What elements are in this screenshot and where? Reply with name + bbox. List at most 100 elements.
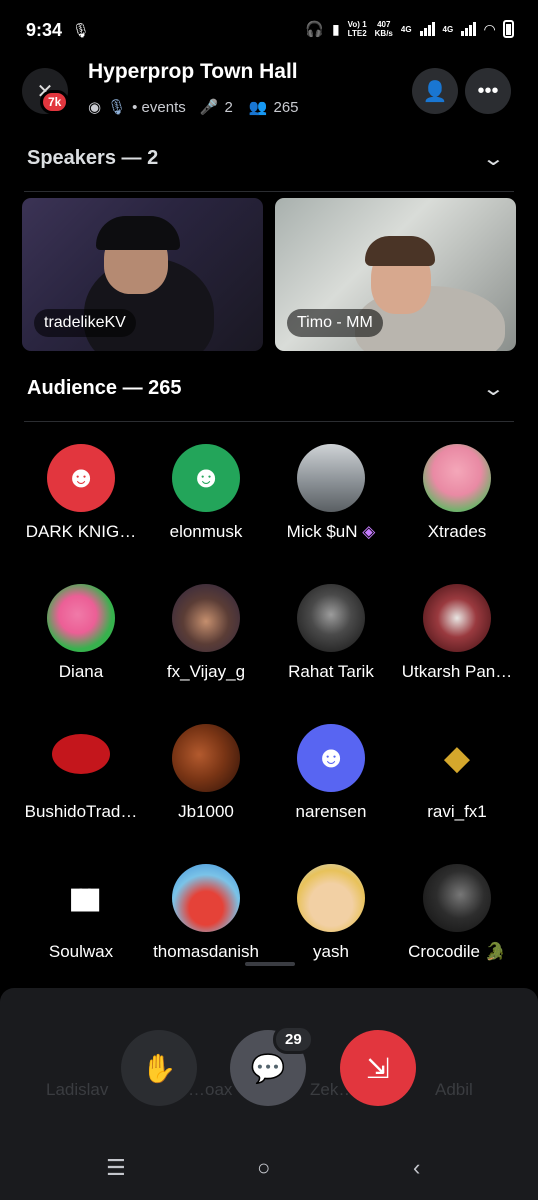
network-type-2: 4G xyxy=(442,24,454,34)
member-name: Rahat Tarik xyxy=(288,662,374,681)
audience-member[interactable]: Diana xyxy=(14,584,148,682)
discord-icon: ☻ xyxy=(315,741,347,774)
avatar xyxy=(47,724,115,792)
listeners-icon: 👥 xyxy=(248,99,268,116)
hand-icon: ✋ xyxy=(141,1052,177,1084)
avatar xyxy=(172,584,240,652)
raise-hand-button[interactable]: ✋ xyxy=(121,1030,197,1106)
avatar xyxy=(172,724,240,792)
nitro-gem-icon: ◈ xyxy=(362,522,376,541)
avatar: ☻ xyxy=(172,444,240,512)
audience-member[interactable]: Utkarsh Pan… xyxy=(390,584,524,682)
more-dots-icon: ••• xyxy=(477,79,499,102)
headphones-icon: 🎧 xyxy=(305,21,324,38)
leave-stage-button[interactable]: ⇲ xyxy=(340,1030,416,1106)
audience-member[interactable]: fx_Vijay_g xyxy=(139,584,273,682)
audience-member[interactable]: BushidoTrad… xyxy=(14,724,148,822)
vibrate-icon: ▮ xyxy=(331,20,340,37)
audience-member[interactable]: thomasdanish xyxy=(139,864,273,962)
member-name: Utkarsh Pan… xyxy=(401,662,513,681)
audience-member[interactable]: ▮▮▮ Soulwax xyxy=(14,864,148,962)
speaker-name: tradelikeKV xyxy=(34,309,136,337)
crocodile-emoji-icon: 🐊 xyxy=(484,942,506,961)
audience-member[interactable]: ☻ narensen xyxy=(264,724,398,822)
recents-icon[interactable]: ☰ xyxy=(106,1155,126,1181)
speaker-mic-icon: 🎤 xyxy=(199,99,219,116)
speaker-hair xyxy=(365,236,435,266)
speaker-tile[interactable]: tradelikeKV xyxy=(22,198,263,351)
audience-member[interactable]: Xtrades xyxy=(390,444,524,542)
member-name: narensen xyxy=(295,802,367,821)
signal-icon-2 xyxy=(461,22,477,36)
audience-collapse-icon[interactable]: ⌄ xyxy=(482,376,505,401)
hidden-member-name: Ladislav xyxy=(46,1080,109,1099)
red-sun-logo xyxy=(52,734,110,774)
audience-member[interactable]: ☻ elonmusk xyxy=(139,444,273,542)
audience-member[interactable]: Rahat Tarik xyxy=(264,584,398,682)
discord-icon: ☻ xyxy=(190,461,222,494)
member-name: Jb1000 xyxy=(178,802,234,821)
member-name: yash xyxy=(313,942,349,961)
status-icons: 🎧 ▮ Vo) 1 LTE2 407 KB/s 4G 4G ◠ xyxy=(305,20,514,38)
signal-icon-1 xyxy=(419,22,435,36)
avatar: ☻ xyxy=(47,444,115,512)
member-name: ravi_fx1 xyxy=(427,802,487,821)
audience-member[interactable]: yash xyxy=(264,864,398,962)
member-name: BushidoTrad… xyxy=(24,802,138,821)
volte-indicator: Vo) 1 LTE2 xyxy=(347,20,367,38)
battery-icon xyxy=(503,20,514,38)
member-name: elonmusk xyxy=(169,522,243,541)
server-icon[interactable]: ✕ 7k xyxy=(22,68,70,114)
chat-count-badge: 29 xyxy=(273,1025,314,1054)
wifi-icon: ◠ xyxy=(484,20,495,37)
audience-member[interactable]: Crocodile 🐊 xyxy=(390,864,524,962)
audience-member[interactable]: Mick $uN ◈ xyxy=(264,444,398,542)
chat-bubble-icon: 💬 xyxy=(250,1052,286,1084)
hooded-logo-icon: ◆ xyxy=(443,739,471,777)
audience-member[interactable]: Jb1000 xyxy=(139,724,273,822)
member-name: Xtrades xyxy=(427,522,487,541)
network-speed: 407 KB/s xyxy=(374,20,393,38)
figures-logo-icon: ▮▮▮ xyxy=(68,881,101,915)
member-name: Soulwax xyxy=(48,942,114,961)
speaker-name: Timo - MM xyxy=(287,309,383,337)
avatar xyxy=(423,444,491,512)
avatar: ☻ xyxy=(297,724,365,792)
clock: 9:34 xyxy=(26,20,63,40)
sheet-handle[interactable] xyxy=(245,962,295,966)
avatar xyxy=(297,584,365,652)
avatar: ▮▮▮ xyxy=(47,864,115,932)
hidden-member-name: …oax xyxy=(188,1080,233,1099)
discord-icon: ☻ xyxy=(65,461,97,494)
avatar xyxy=(423,584,491,652)
stage-subline: ◉ 🎙 • events 🎤 2 👥 265 xyxy=(88,98,299,117)
stage-channel-icon: ◉ xyxy=(88,99,102,116)
avatar xyxy=(47,584,115,652)
speaker-cap xyxy=(96,216,180,250)
home-icon[interactable]: ○ xyxy=(257,1155,270,1181)
add-person-icon: 👤 xyxy=(422,80,448,103)
stage-title: Hyperprop Town Hall xyxy=(88,60,298,83)
mic-icon: 🎙 xyxy=(107,99,127,116)
avatar: ◆ xyxy=(423,724,491,792)
audience-member[interactable]: ☻ DARK KNIG… xyxy=(14,444,148,542)
member-name: DARK KNIG… xyxy=(25,522,137,541)
avatar xyxy=(297,444,365,512)
back-icon[interactable]: ‹ xyxy=(413,1155,420,1181)
speaker-tile[interactable]: Timo - MM xyxy=(275,198,516,351)
divider xyxy=(24,191,514,192)
speakers-collapse-icon[interactable]: ⌄ xyxy=(482,146,505,171)
member-name: fx_Vijay_g xyxy=(166,662,246,681)
audience-member[interactable]: ◆ ravi_fx1 xyxy=(390,724,524,822)
invite-button[interactable]: 👤 xyxy=(412,68,458,114)
divider xyxy=(24,421,514,422)
network-type-1: 4G xyxy=(400,24,412,34)
mic-active-icon: 🎙 xyxy=(72,22,90,38)
speakers-heading: Speakers — 2 xyxy=(27,147,159,169)
avatar xyxy=(297,864,365,932)
member-name: thomasdanish xyxy=(153,942,259,961)
member-name: Crocodile 🐊 xyxy=(408,942,506,961)
server-badge: 7k xyxy=(40,90,70,114)
more-options-button[interactable]: ••• xyxy=(465,68,511,114)
status-bar: 9:34 🎙 🎧 ▮ Vo) 1 LTE2 407 KB/s 4G 4G ◠ xyxy=(0,0,538,62)
